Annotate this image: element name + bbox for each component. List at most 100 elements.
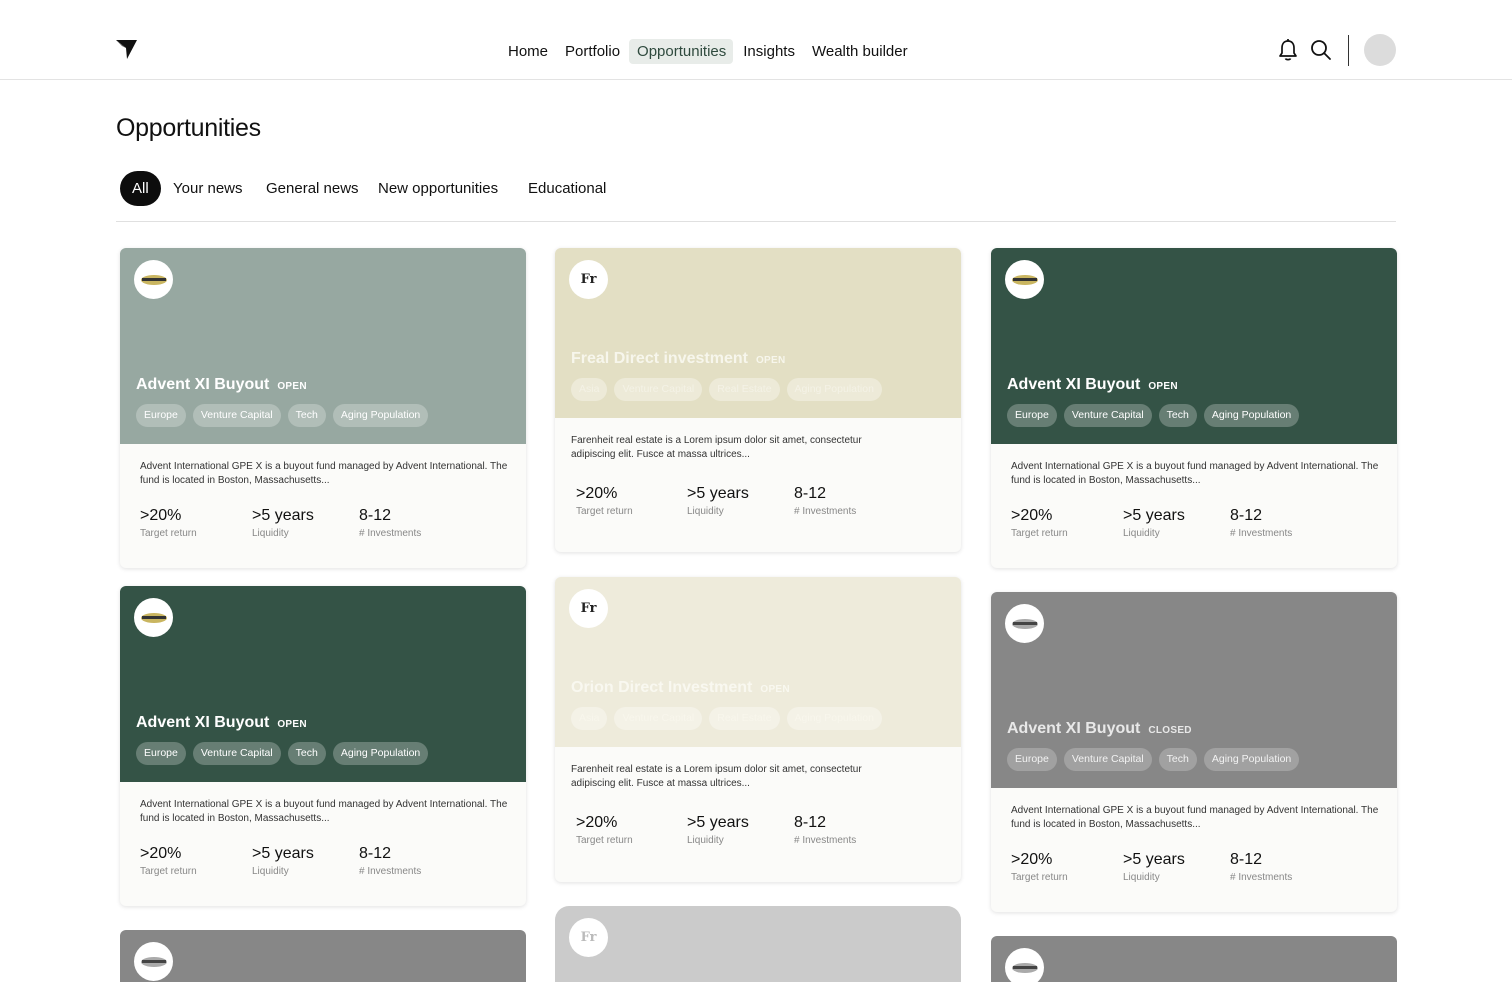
world-map-logo-icon [140,612,167,623]
main-nav: Home Portfolio Opportunities Insights We… [500,39,915,64]
stat-investments: 8-12 # Investments [1230,851,1293,883]
status-badge: OPEN [755,355,786,366]
stat-liquidity: >5 years Liquidity [252,845,314,877]
stat-investments: 8-12 # Investments [794,485,857,517]
stat-investments: 8-12 # Investments [359,507,422,539]
tag[interactable]: Aging Population [332,742,429,765]
tag[interactable]: Venture Capital [1063,748,1152,771]
tag[interactable]: Venture Capital [614,378,703,401]
fund-logo [1005,260,1044,299]
fund-logo [1005,604,1044,643]
stat-liquidity: >5 years Liquidity [1123,507,1185,539]
avatar[interactable] [1364,34,1396,66]
stat-liquidity: >5 years Liquidity [1123,851,1185,883]
tag[interactable]: Tech [1158,748,1197,771]
tag[interactable]: Europe [1007,404,1057,427]
tag[interactable]: Tech [287,742,326,765]
fund-logo: Fr [569,918,608,957]
filter-tab-general-news[interactable]: General news [266,171,359,206]
status-badge: OPEN [1148,381,1178,392]
tag[interactable]: Europe [1007,748,1057,771]
tag[interactable]: Venture Capital [192,404,281,427]
opportunity-card[interactable]: Advent XI Buyout OPEN Europe Venture Cap… [120,586,526,906]
header-divider [1348,35,1349,66]
world-map-logo-icon [1011,962,1038,973]
card-title: Advent XI Buyout [1007,720,1141,737]
stat-investments: 8-12 # Investments [359,845,422,877]
card-description: Advent International GPE X is a buyout f… [1011,805,1379,830]
opportunity-card[interactable] [120,930,526,982]
tag[interactable]: Real Estate [709,378,780,401]
opportunity-card[interactable] [991,936,1397,982]
card-hero [120,930,526,982]
search-icon[interactable] [1310,38,1332,62]
stat-liquidity: >5 years Liquidity [252,507,314,539]
nav-item-insights[interactable]: Insights [735,39,802,64]
stat-investments: 8-12 # Investments [794,814,857,846]
tag[interactable]: Aging Population [332,404,429,427]
opportunity-card[interactable]: Fr Orion Direct Investment OPEN Asia Ven… [555,577,961,882]
bell-icon[interactable] [1277,38,1299,62]
fund-logo [134,260,173,299]
status-badge: OPEN [760,684,790,695]
tag[interactable]: Venture Capital [1063,404,1152,427]
card-hero: Advent XI Buyout OPEN Europe Venture Cap… [120,248,526,444]
stat-target-return: >20% Target return [1011,507,1068,539]
world-map-logo-icon [140,956,167,967]
tag[interactable]: Aging Population [786,378,882,401]
card-hero: Fr Freal Direct investment OPEN Asia Ven… [555,248,961,418]
world-map-logo-icon [1011,274,1038,285]
opportunity-card[interactable]: Advent XI Buyout OPEN Europe Venture Cap… [991,248,1397,568]
filter-tab-new-opportunities[interactable]: New opportunities [378,171,498,206]
opportunity-card[interactable]: Fr Freal Direct investment OPEN Asia Ven… [555,248,961,552]
tag[interactable]: Europe [136,404,186,427]
nav-item-opportunities[interactable]: Opportunities [629,39,734,64]
tag[interactable]: Venture Capital [614,707,703,730]
fund-logo [134,598,173,637]
fund-logo [134,942,173,981]
card-title: Advent XI Buyout [136,376,270,393]
stat-target-return: >20% Target return [576,814,633,846]
tag[interactable]: Asia [571,378,608,401]
card-hero: Fr Orion Direct Investment OPEN Asia Ven… [555,577,961,747]
page-title: Opportunities [116,114,261,142]
world-map-logo-icon [1011,618,1038,629]
tag[interactable]: Real Estate [709,707,780,730]
top-navigation-bar: Home Portfolio Opportunities Insights We… [0,0,1512,80]
stat-liquidity: >5 years Liquidity [687,485,749,517]
tag[interactable]: Asia [571,707,608,730]
card-description: Farenheit real estate is a Lorem ipsum d… [571,764,862,789]
tag[interactable]: Europe [136,742,186,765]
card-hero: Advent XI Buyout CLOSED Europe Venture C… [991,592,1397,788]
tag[interactable]: Tech [287,404,326,427]
nav-item-home[interactable]: Home [500,39,555,64]
status-badge: CLOSED [1148,725,1192,736]
tag[interactable]: Aging Population [1203,404,1300,427]
nav-item-wealth-builder[interactable]: Wealth builder [804,39,915,64]
card-description: Advent International GPE X is a buyout f… [140,461,508,486]
tag[interactable]: Aging Population [786,707,882,730]
status-badge: OPEN [277,381,307,392]
filter-tab-your-news[interactable]: Your news [173,171,243,206]
filter-tab-all[interactable]: All [120,171,161,206]
arrow-logo-icon[interactable] [116,38,138,60]
fund-logo [1005,948,1044,982]
card-title: Orion Direct Investment [571,679,753,696]
tag[interactable]: Aging Population [1203,748,1300,771]
stat-target-return: >20% Target return [1011,851,1068,883]
opportunity-card[interactable]: Advent XI Buyout OPEN Europe Venture Cap… [120,248,526,568]
opportunity-card[interactable]: Advent XI Buyout CLOSED Europe Venture C… [991,592,1397,912]
fund-logo: Fr [569,260,608,299]
nav-item-portfolio[interactable]: Portfolio [557,39,627,64]
opportunity-card[interactable]: Fr [555,906,961,982]
status-badge: OPEN [277,719,307,730]
card-hero: Fr [555,906,961,982]
stat-investments: 8-12 # Investments [1230,507,1293,539]
card-title: Advent XI Buyout [1007,376,1141,393]
card-hero: Advent XI Buyout OPEN Europe Venture Cap… [120,586,526,782]
tag[interactable]: Tech [1158,404,1197,427]
filter-tab-educational[interactable]: Educational [528,171,606,206]
stat-target-return: >20% Target return [140,507,197,539]
tag[interactable]: Venture Capital [192,742,281,765]
card-hero: Advent XI Buyout OPEN Europe Venture Cap… [991,248,1397,444]
